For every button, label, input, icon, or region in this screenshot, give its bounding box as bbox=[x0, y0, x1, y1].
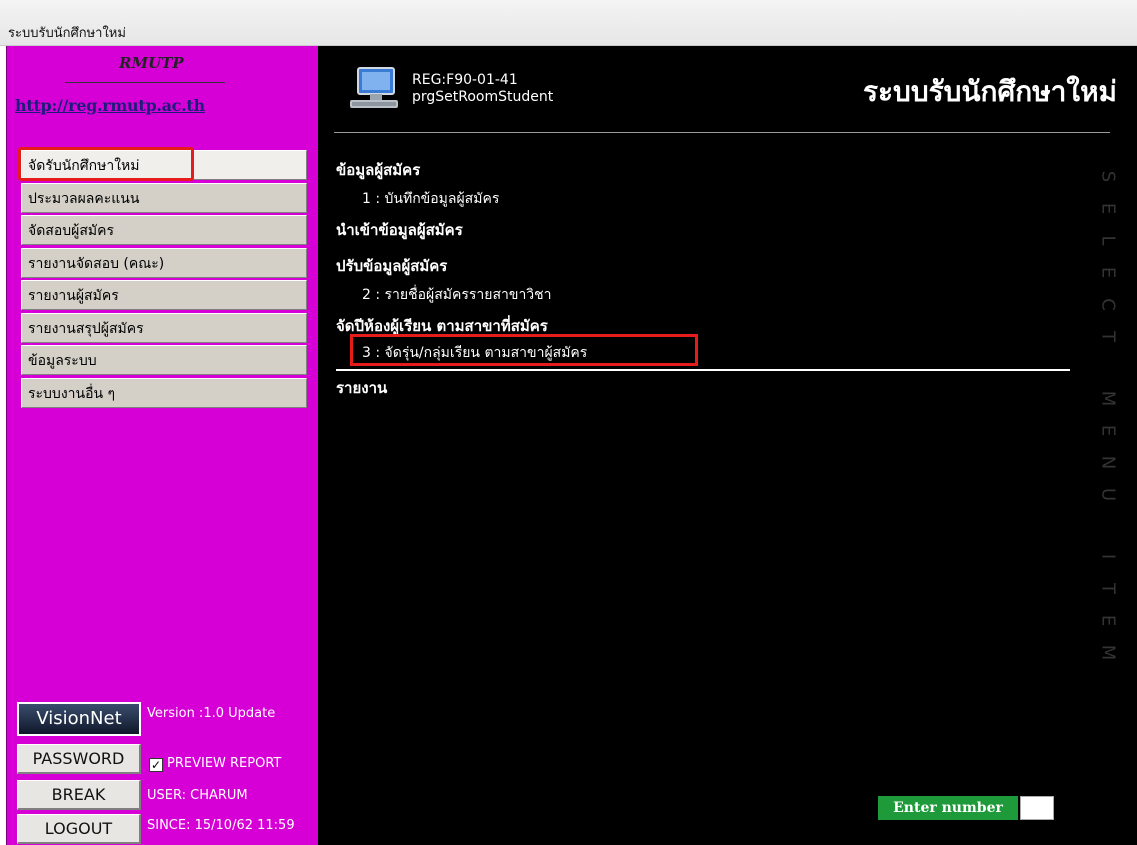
program-code: REG:F90-01-41 bbox=[412, 72, 518, 88]
watermark-letter: U bbox=[1097, 487, 1119, 502]
section-heading: ข้อมูลผู้สมัคร bbox=[336, 161, 421, 179]
sidebar-item-applicant-summary[interactable]: รายงานสรุปผู้สมัคร bbox=[21, 312, 307, 343]
sidebar-item-other-systems[interactable]: ระบบงานอื่น ๆ bbox=[21, 377, 307, 408]
watermark-letter: N bbox=[1097, 455, 1119, 470]
brand-link[interactable]: http://reg.rmutp.ac.th bbox=[15, 96, 205, 115]
enter-number-label: Enter number bbox=[878, 796, 1018, 820]
app-window: ระบบรับนักศึกษาใหม่ RMUTP http://reg.rmu… bbox=[0, 0, 1137, 845]
sidebar-item-label: ระบบงานอื่น ๆ bbox=[28, 385, 116, 402]
version-text: Version :1.0 Update bbox=[147, 706, 276, 721]
brand-name: RMUTP bbox=[119, 54, 184, 72]
watermark-letter: M bbox=[1097, 390, 1119, 407]
sidebar-item-label: รายงานสรุปผู้สมัคร bbox=[28, 320, 144, 337]
watermark-letter: S bbox=[1097, 170, 1119, 183]
break-button[interactable]: BREAK bbox=[17, 780, 141, 810]
sidebar-item-system-data[interactable]: ข้อมูลระบบ bbox=[21, 345, 307, 375]
section-heading: รายงาน bbox=[336, 379, 388, 397]
sidebar-item-label: ประมวลผลคะแนน bbox=[28, 190, 140, 207]
section-divider bbox=[336, 369, 1070, 371]
main-panel: REG:F90-01-41 prgSetRoomStudent ระบบรับน… bbox=[318, 46, 1137, 845]
menu-item-1[interactable]: 1 : บันทึกข้อมูลผู้สมัคร bbox=[362, 188, 499, 210]
watermark-letter: T bbox=[1097, 583, 1119, 594]
watermark-letter: L bbox=[1097, 235, 1119, 246]
system-title: ระบบรับนักศึกษาใหม่ bbox=[862, 75, 1117, 108]
sidebar-item-applicant-report[interactable]: รายงานผู้สมัคร bbox=[21, 280, 307, 310]
preview-report-label: PREVIEW REPORT bbox=[167, 756, 282, 771]
section-heading: นำเข้าข้อมูลผู้สมัคร bbox=[336, 221, 463, 239]
preview-report-checkbox[interactable]: ✓ bbox=[149, 758, 163, 772]
header-divider bbox=[334, 132, 1110, 133]
watermark-letter: T bbox=[1097, 331, 1119, 342]
sidebar-item-exam-report-faculty[interactable]: รายงานจัดสอบ (คณะ) bbox=[21, 247, 307, 278]
watermark-letter: E bbox=[1097, 266, 1119, 279]
menu-item-3[interactable]: 3 : จัดรุ่น/กลุ่มเรียน ตามสาขาผู้สมัคร bbox=[362, 342, 587, 364]
sidebar-item-label: จัดสอบผู้สมัคร bbox=[28, 223, 114, 239]
watermark-letter: E bbox=[1097, 202, 1119, 215]
sidebar-item-schedule-exam[interactable]: จัดสอบผู้สมัคร bbox=[21, 215, 307, 245]
sidebar: RMUTP http://reg.rmutp.ac.th จัดรับนักศึ… bbox=[6, 46, 318, 845]
window-title: ระบบรับนักศึกษาใหม่ bbox=[8, 26, 126, 41]
password-button[interactable]: PASSWORD bbox=[17, 744, 141, 774]
title-bar: ระบบรับนักศึกษาใหม่ bbox=[0, 0, 1137, 46]
sidebar-menu: จัดรับนักศึกษาใหม่ ประมวลผลคะแนน จัดสอบผ… bbox=[18, 147, 307, 410]
section-heading: ปรับข้อมูลผู้สมัคร bbox=[336, 257, 448, 275]
highlight-box bbox=[18, 147, 194, 181]
sidebar-item-label: รายงานผู้สมัคร bbox=[28, 288, 119, 304]
sidebar-item-label: รายงานจัดสอบ (คณะ) bbox=[28, 255, 165, 272]
watermark-letter: M bbox=[1097, 644, 1119, 661]
since-label: SINCE: 15/10/62 11:59 bbox=[147, 818, 295, 833]
sidebar-item-process-scores[interactable]: ประมวลผลคะแนน bbox=[21, 182, 307, 213]
logout-button[interactable]: LOGOUT bbox=[17, 814, 141, 844]
program-name: prgSetRoomStudent bbox=[412, 89, 554, 105]
sidebar-item-new-student-intake[interactable]: จัดรับนักศึกษาใหม่ bbox=[18, 147, 307, 181]
brand-divider bbox=[65, 82, 225, 83]
monitor-icon bbox=[350, 67, 398, 108]
watermark-letter: E bbox=[1097, 614, 1119, 627]
user-label: USER: CHARUM bbox=[147, 788, 248, 803]
watermark-letter: C bbox=[1097, 298, 1119, 311]
enter-number-input[interactable] bbox=[1020, 796, 1054, 820]
visionnet-logo: VisionNet bbox=[17, 702, 141, 736]
watermark-letter: E bbox=[1097, 424, 1119, 437]
watermark-letter: I bbox=[1097, 553, 1119, 560]
menu-item-2[interactable]: 2 : รายชื่อผู้สมัครรายสาขาวิชา bbox=[362, 284, 552, 306]
sidebar-item-label: ข้อมูลระบบ bbox=[28, 353, 97, 369]
